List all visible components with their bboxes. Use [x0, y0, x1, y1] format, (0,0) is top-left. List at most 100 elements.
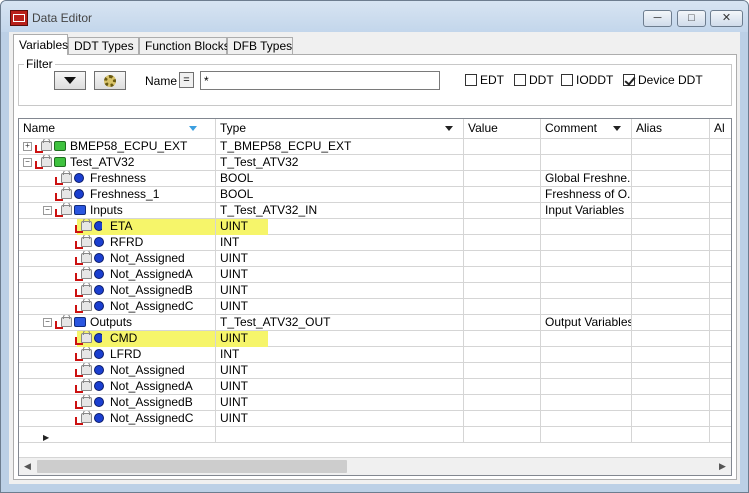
table-row[interactable]: Not_AssignedC UINT: [19, 411, 731, 427]
name-cell[interactable]: Not_AssignedB: [19, 395, 216, 411]
column-header-comment[interactable]: Comment: [541, 119, 632, 138]
value-cell[interactable]: [464, 363, 541, 379]
device-ddt-checkbox[interactable]: Device DDT: [623, 73, 703, 87]
alias-cell[interactable]: [632, 379, 710, 395]
value-cell[interactable]: [464, 139, 541, 155]
alias-cell[interactable]: [632, 395, 710, 411]
tab-variables[interactable]: Variables: [13, 34, 68, 55]
value-cell[interactable]: [464, 267, 541, 283]
type-cell[interactable]: UINT: [216, 299, 464, 315]
equals-toggle-button[interactable]: =: [179, 72, 194, 88]
tab-function-blocks[interactable]: Function Blocks: [139, 37, 230, 54]
horizontal-scrollbar[interactable]: ◀ ▶: [19, 457, 731, 475]
title-bar[interactable]: Data Editor ─ □ ✕: [1, 1, 748, 32]
type-cell[interactable]: UINT: [216, 363, 464, 379]
scrollbar-thumb[interactable]: [37, 460, 347, 473]
name-cell[interactable]: CMD: [19, 331, 216, 347]
table-row[interactable]: Not_AssignedB UINT: [19, 395, 731, 411]
type-cell[interactable]: UINT: [216, 283, 464, 299]
tab-ddt-types[interactable]: DDT Types: [68, 37, 139, 54]
tab-dfb-types[interactable]: DFB Types: [227, 37, 293, 54]
table-row[interactable]: Not_Assigned UINT: [19, 251, 731, 267]
value-cell[interactable]: [464, 187, 541, 203]
type-cell[interactable]: T_Test_ATV32: [216, 155, 464, 171]
type-cell[interactable]: INT: [216, 235, 464, 251]
alias-cell[interactable]: [632, 187, 710, 203]
type-cell[interactable]: T_Test_ATV32_OUT: [216, 315, 464, 331]
comment-cell[interactable]: [541, 283, 632, 299]
alias-cell[interactable]: [632, 171, 710, 187]
column-header-alias[interactable]: Alias: [632, 119, 710, 138]
empty-cell[interactable]: [632, 427, 710, 443]
alias-cell[interactable]: [632, 315, 710, 331]
type-cell[interactable]: BOOL: [216, 171, 464, 187]
type-cell[interactable]: UINT: [216, 395, 464, 411]
value-cell[interactable]: [464, 347, 541, 363]
alias-cell[interactable]: [632, 251, 710, 267]
ioddt-checkbox[interactable]: IODDT: [561, 73, 613, 87]
type-cell[interactable]: UINT: [216, 379, 464, 395]
alias-of-cell[interactable]: [710, 347, 731, 363]
type-cell[interactable]: UINT: [216, 251, 464, 267]
table-row[interactable]: − Test_ATV32 T_Test_ATV32: [19, 155, 731, 171]
comment-cell[interactable]: [541, 363, 632, 379]
type-cell[interactable]: BOOL: [216, 187, 464, 203]
edt-checkbox-box[interactable]: [465, 74, 477, 86]
alias-cell[interactable]: [632, 267, 710, 283]
value-cell[interactable]: [464, 395, 541, 411]
alias-cell[interactable]: [632, 219, 710, 235]
value-cell[interactable]: [464, 155, 541, 171]
table-row[interactable]: RFRD INT: [19, 235, 731, 251]
ioddt-checkbox-box[interactable]: [561, 74, 573, 86]
edt-checkbox[interactable]: EDT: [465, 73, 504, 87]
table-row[interactable]: − Outputs T_Test_ATV32_OUT Output Variables: [19, 315, 731, 331]
type-cell[interactable]: UINT: [216, 411, 464, 427]
minimize-button[interactable]: ─: [643, 10, 672, 27]
scroll-right-icon[interactable]: ▶: [714, 458, 731, 475]
collapse-icon[interactable]: −: [43, 318, 52, 327]
comment-cell[interactable]: Output Variables: [541, 315, 632, 331]
name-filter-input[interactable]: [200, 71, 440, 90]
table-row[interactable]: − Inputs T_Test_ATV32_IN Input Variables: [19, 203, 731, 219]
comment-cell[interactable]: [541, 395, 632, 411]
alias-cell[interactable]: [632, 235, 710, 251]
alias-of-cell[interactable]: [710, 235, 731, 251]
empty-cell[interactable]: ▶: [19, 427, 216, 443]
type-cell[interactable]: INT: [216, 347, 464, 363]
comment-cell[interactable]: [541, 379, 632, 395]
alias-of-cell[interactable]: [710, 379, 731, 395]
alias-cell[interactable]: [632, 155, 710, 171]
value-cell[interactable]: [464, 203, 541, 219]
column-header-value[interactable]: Value: [464, 119, 541, 138]
empty-cell[interactable]: [216, 427, 464, 443]
table-row[interactable]: Not_AssignedC UINT: [19, 299, 731, 315]
type-cell[interactable]: T_Test_ATV32_IN: [216, 203, 464, 219]
alias-of-cell[interactable]: [710, 395, 731, 411]
name-cell[interactable]: RFRD: [19, 235, 216, 251]
column-header-type[interactable]: Type: [216, 119, 464, 138]
table-row[interactable]: Freshness_1 BOOL Freshness of O...: [19, 187, 731, 203]
name-cell[interactable]: Not_AssignedC: [19, 299, 216, 315]
name-cell[interactable]: ETA: [19, 219, 216, 235]
alias-of-cell[interactable]: [710, 203, 731, 219]
name-cell[interactable]: Not_AssignedC: [19, 411, 216, 427]
name-cell[interactable]: Not_AssignedB: [19, 283, 216, 299]
comment-cell[interactable]: [541, 331, 632, 347]
alias-cell[interactable]: [632, 203, 710, 219]
comment-cell[interactable]: Global Freshne...: [541, 171, 632, 187]
comment-cell[interactable]: [541, 139, 632, 155]
name-cell[interactable]: − Test_ATV32: [19, 155, 216, 171]
name-cell[interactable]: Not_AssignedA: [19, 379, 216, 395]
alias-of-cell[interactable]: [710, 139, 731, 155]
table-row[interactable]: + BMEP58_ECPU_EXT T_BMEP58_ECPU_EXT: [19, 139, 731, 155]
alias-cell[interactable]: [632, 283, 710, 299]
type-filter-dropdown-icon[interactable]: [445, 126, 453, 131]
table-row[interactable]: LFRD INT: [19, 347, 731, 363]
table-row[interactable]: Not_AssignedA UINT: [19, 267, 731, 283]
scroll-left-icon[interactable]: ◀: [19, 458, 36, 475]
alias-cell[interactable]: [632, 331, 710, 347]
comment-cell[interactable]: [541, 411, 632, 427]
filter-settings-button[interactable]: [94, 71, 126, 90]
alias-cell[interactable]: [632, 363, 710, 379]
ddt-checkbox[interactable]: DDT: [514, 73, 554, 87]
